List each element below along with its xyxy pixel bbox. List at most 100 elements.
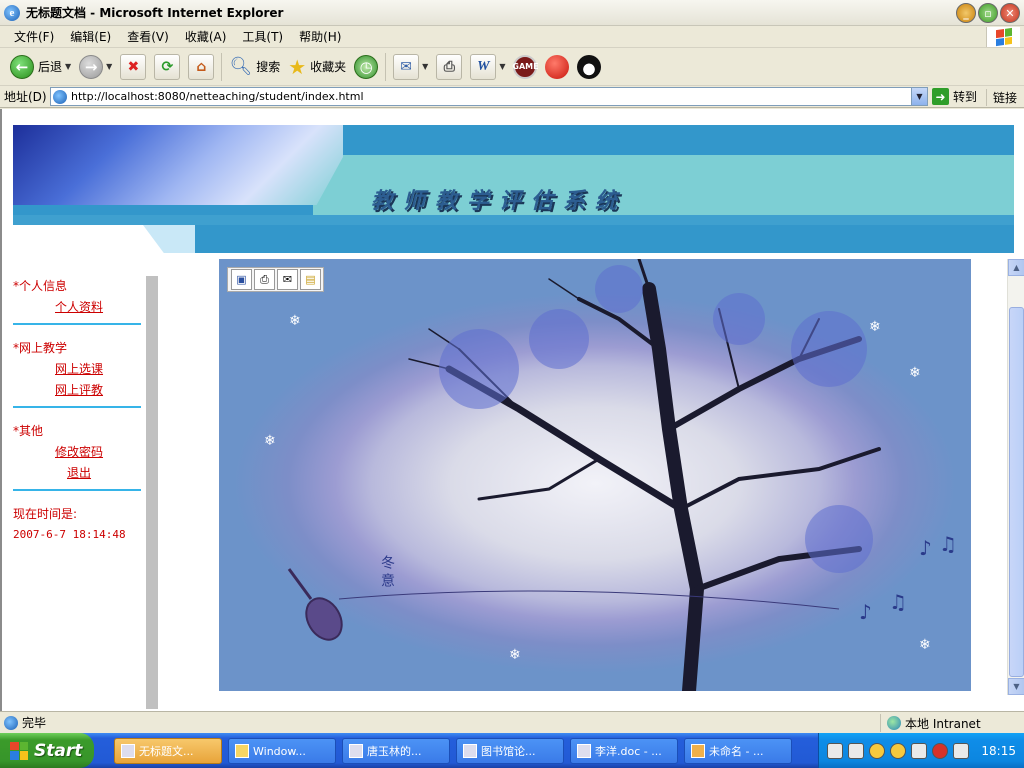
link-personal-profile[interactable]: 个人资料 bbox=[55, 298, 146, 315]
link-change-password[interactable]: 修改密码 bbox=[55, 443, 146, 460]
page-content: 教师教学评估系统 *个人信息 个人资料 *网上教学 网上选课 网上评教 *其他 … bbox=[0, 109, 1024, 711]
page-icon bbox=[53, 89, 67, 104]
back-arrow-icon: ← bbox=[10, 54, 34, 79]
save-image-icon[interactable]: ▣ bbox=[231, 269, 252, 290]
search-icon: 🔍︎ bbox=[229, 56, 253, 77]
menu-view[interactable]: 查看(V) bbox=[119, 28, 177, 45]
address-url[interactable]: http://localhost:8080/netteaching/studen… bbox=[71, 90, 364, 103]
tray-network-icon[interactable] bbox=[911, 742, 927, 759]
tree-illustration: ❄ ❄ ❄ ❄ ❄ ❄ ♪ ♫ ♪ ♫ bbox=[264, 259, 957, 691]
ie-icon[interactable]: e bbox=[4, 4, 20, 21]
home-button[interactable]: ⌂ bbox=[184, 52, 218, 82]
link-teaching-evaluation[interactable]: 网上评教 bbox=[55, 381, 146, 398]
start-label: Start bbox=[34, 740, 83, 761]
status-text: 完毕 bbox=[22, 716, 47, 730]
tray-volume-icon[interactable] bbox=[953, 742, 969, 759]
link-course-selection[interactable]: 网上选课 bbox=[55, 360, 146, 377]
edit-dropdown-icon[interactable]: ▼ bbox=[499, 62, 505, 71]
goto-button[interactable]: ➜ 转到 bbox=[932, 88, 977, 105]
window-title: 无标题文档 - Microsoft Internet Explorer bbox=[26, 6, 284, 20]
goto-label: 转到 bbox=[953, 90, 978, 104]
game-button[interactable]: GAME bbox=[509, 52, 541, 82]
menu-favorites[interactable]: 收藏(A) bbox=[177, 28, 235, 45]
svg-text:❄: ❄ bbox=[909, 365, 921, 381]
banner-title: 教师教学评估系统 bbox=[371, 188, 628, 214]
task-ie-window[interactable]: 无标题文... bbox=[114, 738, 222, 764]
paint-icon bbox=[691, 744, 705, 758]
link-logout[interactable]: 退出 bbox=[67, 464, 146, 481]
scroll-thumb[interactable] bbox=[1009, 307, 1024, 677]
section-divider bbox=[13, 323, 141, 325]
task-word-doc-1[interactable]: 唐玉林的... bbox=[342, 738, 450, 764]
favorites-label: 收藏夹 bbox=[310, 60, 347, 74]
svg-text:❄: ❄ bbox=[509, 647, 521, 663]
tray-app-icon[interactable] bbox=[827, 742, 843, 759]
stop-button[interactable]: ✖ bbox=[116, 52, 150, 82]
forward-button[interactable]: → ▼ bbox=[75, 52, 116, 82]
svg-text:❄: ❄ bbox=[869, 319, 881, 335]
search-button[interactable]: 🔍︎ 搜索 bbox=[225, 52, 284, 82]
history-icon: ◷ bbox=[354, 54, 379, 79]
time-label: 现在时间是: bbox=[13, 507, 78, 521]
print-image-icon[interactable]: ⎙ bbox=[254, 269, 275, 290]
section-heading-other: *其他 bbox=[13, 424, 44, 438]
edit-button[interactable]: W ▼ bbox=[466, 52, 509, 82]
svg-text:♫: ♫ bbox=[889, 590, 907, 614]
star-icon: ★ bbox=[288, 54, 307, 79]
print-button[interactable]: ⎙ bbox=[432, 52, 466, 82]
go-arrow-icon: ➜ bbox=[932, 88, 949, 105]
back-dropdown-icon[interactable]: ▼ bbox=[65, 62, 71, 71]
mail-dropdown-icon[interactable]: ▼ bbox=[422, 62, 428, 71]
tray-qq-icon[interactable] bbox=[890, 742, 906, 759]
email-image-icon[interactable]: ✉ bbox=[277, 269, 298, 290]
minimize-button[interactable]: _ bbox=[956, 3, 976, 23]
word-doc-icon bbox=[349, 744, 363, 758]
word-icon: W bbox=[470, 53, 497, 80]
folder-icon bbox=[235, 744, 249, 758]
links-button[interactable]: 链接 bbox=[986, 89, 1017, 106]
history-button[interactable]: ◷ bbox=[350, 52, 382, 82]
menu-tools[interactable]: 工具(T) bbox=[234, 28, 291, 45]
qq-button[interactable] bbox=[573, 52, 605, 82]
open-folder-icon[interactable]: ▤ bbox=[300, 269, 321, 290]
tray-help-icon[interactable] bbox=[848, 742, 864, 759]
task-explorer-window[interactable]: Window... bbox=[228, 738, 336, 764]
address-dropdown-icon[interactable]: ▼ bbox=[911, 88, 927, 105]
forward-dropdown-icon[interactable]: ▼ bbox=[106, 62, 112, 71]
back-button[interactable]: ← 后退 ▼ bbox=[6, 52, 75, 82]
section-heading-personal: *个人信息 bbox=[13, 279, 68, 293]
tomato-button[interactable] bbox=[541, 52, 573, 82]
refresh-button[interactable]: ⟳ bbox=[150, 52, 184, 82]
menu-help[interactable]: 帮助(H) bbox=[291, 28, 349, 45]
tray-security-icon[interactable] bbox=[932, 742, 948, 759]
svg-text:❄: ❄ bbox=[919, 637, 931, 653]
header-banner: 教师教学评估系统 bbox=[13, 125, 1014, 253]
standard-toolbar: ← 后退 ▼ → ▼ ✖ ⟳ ⌂ 🔍︎ 搜索 ★ 收藏夹 ◷ ✉ ▼ ⎙ W ▼… bbox=[0, 48, 1024, 86]
word-doc-icon bbox=[463, 744, 477, 758]
maximize-button[interactable]: ▫ bbox=[978, 3, 998, 23]
scroll-down-icon[interactable]: ▼ bbox=[1008, 678, 1024, 695]
section-divider bbox=[13, 489, 141, 491]
mail-icon: ✉ bbox=[393, 53, 420, 80]
taskbar: Start 无标题文... Window... 唐玉林的... 图书馆论... … bbox=[0, 733, 1024, 768]
start-button[interactable]: Start bbox=[0, 733, 94, 768]
vertical-scrollbar[interactable]: ▲ ▼ bbox=[1007, 259, 1024, 695]
refresh-icon: ⟳ bbox=[154, 53, 181, 80]
task-word-doc-2[interactable]: 图书馆论... bbox=[456, 738, 564, 764]
svg-text:♪: ♪ bbox=[859, 600, 872, 624]
clock[interactable]: 18:15 bbox=[981, 744, 1016, 758]
favorites-button[interactable]: ★ 收藏夹 bbox=[284, 52, 350, 82]
home-icon: ⌂ bbox=[188, 53, 215, 80]
address-input[interactable]: http://localhost:8080/netteaching/studen… bbox=[50, 87, 928, 106]
task-word-doc-3[interactable]: 李洋.doc - ... bbox=[570, 738, 678, 764]
task-paint[interactable]: 未命名 - ... bbox=[684, 738, 792, 764]
close-button[interactable]: ✕ bbox=[1000, 3, 1020, 23]
scroll-up-icon[interactable]: ▲ bbox=[1008, 259, 1024, 276]
menu-file[interactable]: 文件(F) bbox=[6, 28, 62, 45]
mail-button[interactable]: ✉ ▼ bbox=[389, 52, 432, 82]
winter-tree-image: ❄ ❄ ❄ ❄ ❄ ❄ ♪ ♫ ♪ ♫ ▣ ⎙ ✉ ▤ 冬意 bbox=[219, 259, 971, 691]
menu-edit[interactable]: 编辑(E) bbox=[62, 28, 119, 45]
windows-flag-icon bbox=[10, 741, 28, 760]
tray-arrow-icon[interactable] bbox=[869, 742, 885, 759]
back-label: 后退 bbox=[38, 60, 63, 74]
